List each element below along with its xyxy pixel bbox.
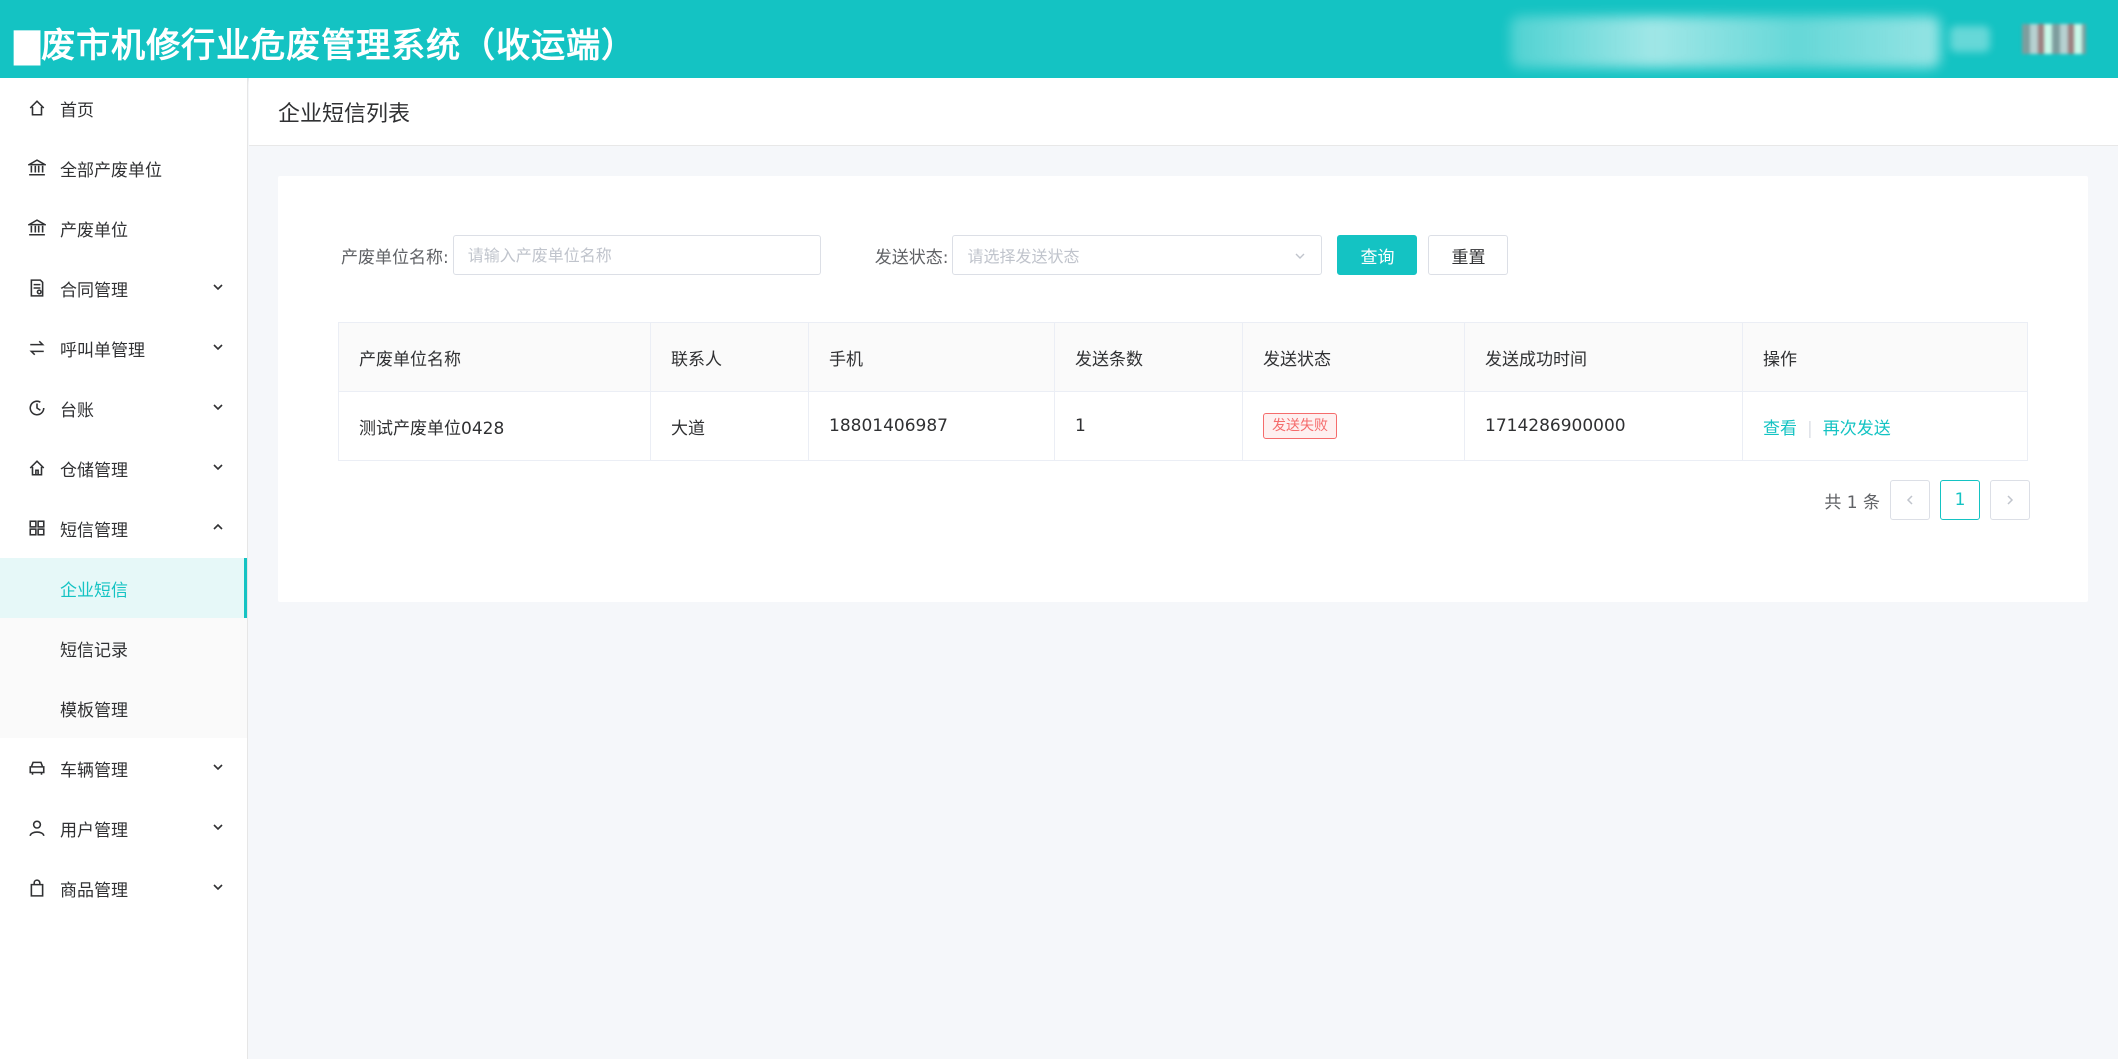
status-badge: 发送失败 <box>1263 413 1337 439</box>
bank-icon <box>28 219 46 237</box>
sidebar-item-label: 全部产废单位 <box>60 160 162 181</box>
sidebar-item-all-waste-units[interactable]: 全部产废单位 <box>0 138 247 198</box>
sidebar-item-sms-records[interactable]: 短信记录 <box>0 618 247 678</box>
action-divider: | <box>1807 418 1813 439</box>
reset-button[interactable]: 重置 <box>1428 235 1509 275</box>
bank-icon <box>28 159 46 177</box>
sms-table: 产废单位名称 联系人 手机 发送条数 发送状态 发送成功时间 操作 测试产废单位… <box>338 322 2028 461</box>
sidebar-item-label: 短信管理 <box>60 520 128 541</box>
sidebar-item-label: 商品管理 <box>60 880 128 901</box>
chevron-down-icon <box>213 884 223 891</box>
sidebar-item-sms[interactable]: 短信管理 <box>0 498 247 558</box>
cell-status: 发送失败 <box>1242 391 1465 461</box>
prev-page-button[interactable] <box>1890 480 1930 520</box>
column-header: 手机 <box>808 322 1055 392</box>
filter-name-label: 产废单位名称: <box>341 247 449 268</box>
sidebar-item-label: 短信记录 <box>60 640 128 661</box>
sidebar: 首页 全部产废单位 产废单位 合同管理 呼叫单管理 台账 仓储管理 短信管理 企… <box>0 78 248 1059</box>
redacted-header-action[interactable] <box>1950 26 1990 52</box>
sms-submenu: 企业短信 短信记录 模板管理 <box>0 558 247 738</box>
chevron-down-icon <box>213 404 223 411</box>
sidebar-item-label: 台账 <box>60 400 94 421</box>
view-link[interactable]: 查看 <box>1763 419 1797 439</box>
sidebar-item-waste-units[interactable]: 产废单位 <box>0 198 247 258</box>
column-header: 发送成功时间 <box>1464 322 1743 392</box>
sidebar-item-users[interactable]: 用户管理 <box>0 798 247 858</box>
resend-link[interactable]: 再次发送 <box>1823 419 1891 439</box>
clock-icon <box>28 399 46 417</box>
pagination: 共 1 条 1 <box>1824 480 2030 520</box>
table-header-row: 产废单位名称 联系人 手机 发送条数 发送状态 发送成功时间 操作 <box>338 322 2028 392</box>
grid-icon <box>28 519 46 537</box>
cell-actions: 查看 | 再次发送 <box>1742 391 2028 461</box>
cell-unit-name: 测试产废单位0428 <box>338 391 651 461</box>
column-header: 操作 <box>1742 322 2028 392</box>
send-status-placeholder: 请选择发送状态 <box>967 247 1080 266</box>
sidebar-item-vehicles[interactable]: 车辆管理 <box>0 738 247 798</box>
cell-time: 1714286900000 <box>1464 391 1743 461</box>
filter-bar: 产废单位名称: 发送状态: 请选择发送状态 查询 重置 <box>341 234 1509 276</box>
sidebar-item-label: 呼叫单管理 <box>60 340 145 361</box>
cell-count: 1 <box>1054 391 1243 461</box>
sidebar-item-home[interactable]: 首页 <box>0 78 247 138</box>
column-header: 产废单位名称 <box>338 322 651 392</box>
pagination-total: 共 1 条 <box>1824 492 1880 513</box>
page-title: 企业短信列表 <box>249 78 2118 146</box>
sidebar-item-label: 仓储管理 <box>60 460 128 481</box>
column-header: 发送条数 <box>1054 322 1243 392</box>
table-row: 测试产废单位0428 大道 18801406987 1 发送失败 1714286… <box>338 391 2028 461</box>
sidebar-item-warehouse[interactable]: 仓储管理 <box>0 438 247 498</box>
column-header: 发送状态 <box>1242 322 1465 392</box>
sidebar-item-label: 产废单位 <box>60 220 128 241</box>
filter-status-label: 发送状态: <box>874 247 949 268</box>
user-icon <box>28 819 46 837</box>
car-icon <box>28 759 46 777</box>
sidebar-item-contracts[interactable]: 合同管理 <box>0 258 247 318</box>
top-header: ▇废市机修行业危废管理系统（收运端） <box>0 0 2118 78</box>
chevron-up-icon <box>213 523 223 530</box>
bag-icon <box>28 879 46 897</box>
chevron-down-icon <box>213 344 223 351</box>
cell-phone: 18801406987 <box>808 391 1055 461</box>
list-card: 产废单位名称: 发送状态: 请选择发送状态 查询 重置 产废单位名称 联系人 手… <box>278 176 2088 602</box>
avatar[interactable] <box>2022 24 2086 54</box>
sidebar-item-label: 用户管理 <box>60 820 128 841</box>
sidebar-item-label: 车辆管理 <box>60 760 128 781</box>
cell-contact: 大道 <box>650 391 809 461</box>
sidebar-item-products[interactable]: 商品管理 <box>0 858 247 918</box>
chevron-down-icon <box>213 464 223 471</box>
main-content: 企业短信列表 产废单位名称: 发送状态: 请选择发送状态 查询 重置 产废单位名… <box>249 78 2118 1059</box>
chevron-left-icon <box>1906 495 1913 505</box>
sidebar-item-label: 合同管理 <box>60 280 128 301</box>
next-page-button[interactable] <box>1990 480 2030 520</box>
home-icon <box>28 99 46 117</box>
sidebar-item-label: 企业短信 <box>60 580 128 601</box>
column-header: 联系人 <box>650 322 809 392</box>
contract-icon <box>28 279 46 297</box>
sidebar-item-label: 首页 <box>60 100 94 121</box>
sidebar-item-templates[interactable]: 模板管理 <box>0 678 247 738</box>
swap-icon <box>28 339 46 357</box>
query-button[interactable]: 查询 <box>1337 235 1418 275</box>
chevron-down-icon <box>213 764 223 771</box>
chevron-down-icon <box>1295 253 1305 259</box>
sidebar-item-call-orders[interactable]: 呼叫单管理 <box>0 318 247 378</box>
chevron-down-icon <box>213 824 223 831</box>
chevron-right-icon <box>2007 495 2014 505</box>
page-number-button[interactable]: 1 <box>1940 480 1980 520</box>
redacted-header-info <box>1510 16 1940 68</box>
chevron-down-icon <box>213 284 223 291</box>
sidebar-item-ledger[interactable]: 台账 <box>0 378 247 438</box>
send-status-select[interactable]: 请选择发送状态 <box>952 235 1323 275</box>
sidebar-item-label: 模板管理 <box>60 700 128 721</box>
app-title: ▇废市机修行业危废管理系统（收运端） <box>14 26 637 66</box>
sidebar-item-enterprise-sms[interactable]: 企业短信 <box>0 558 247 618</box>
waste-unit-name-input[interactable] <box>452 235 821 275</box>
warehouse-icon <box>28 459 46 477</box>
